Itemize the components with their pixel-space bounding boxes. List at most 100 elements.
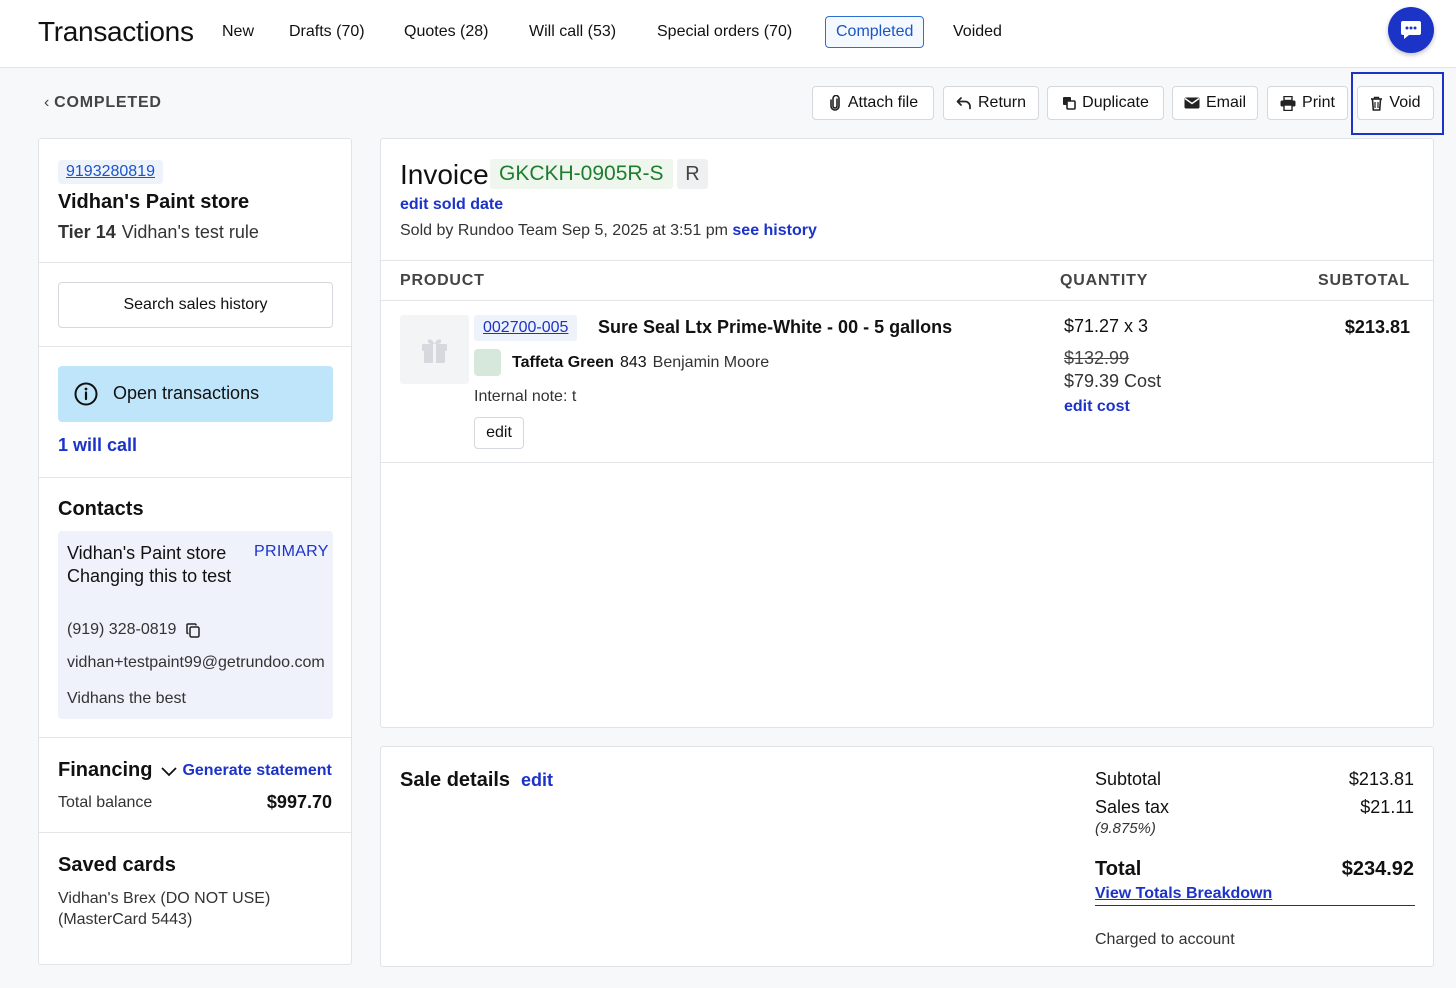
edit-sold-date-link[interactable]: edit sold date xyxy=(400,196,503,214)
duplicate-label: Duplicate xyxy=(1082,94,1149,111)
product-image xyxy=(400,315,469,384)
back-link[interactable]: ‹ COMPLETED xyxy=(44,94,162,112)
payment-status: Charged to account xyxy=(1095,931,1235,948)
sold-by-line: Sold by Rundoo Team Sep 5, 2025 at 3:51 … xyxy=(400,222,817,240)
generate-statement-link[interactable]: Generate statement xyxy=(182,762,331,780)
print-button[interactable]: Print xyxy=(1267,86,1348,120)
envelope-icon xyxy=(1184,97,1200,109)
will-call-link[interactable]: 1 will call xyxy=(58,435,137,456)
invoice-panel: Invoice GKCKH-0905R-S R edit sold date S… xyxy=(380,138,1434,728)
paperclip-icon xyxy=(830,95,840,111)
chat-bubble-icon xyxy=(1401,21,1421,39)
tier-rule: Vidhan's test rule xyxy=(121,222,259,242)
edit-cost-link[interactable]: edit cost xyxy=(1064,398,1130,416)
tax-rate: (9.875%) xyxy=(1095,820,1156,837)
divider xyxy=(381,462,1433,463)
line-subtotal: $213.81 xyxy=(1344,317,1410,337)
edit-sale-details-link[interactable]: edit xyxy=(521,770,553,791)
copy-icon xyxy=(1063,97,1076,110)
product-name: Sure Seal Ltx Prime-White - 00 - 5 gallo… xyxy=(598,317,953,337)
tier-label: Tier 14 xyxy=(58,222,116,242)
duplicate-button[interactable]: Duplicate xyxy=(1047,86,1164,120)
color-code: 843 xyxy=(619,354,647,371)
divider xyxy=(39,262,351,263)
divider xyxy=(381,300,1433,301)
divider xyxy=(39,477,351,478)
saved-card: Vidhan's Brex (DO NOT USE) (MasterCard 5… xyxy=(58,890,271,928)
chat-button[interactable] xyxy=(1388,7,1434,53)
return-label: Return xyxy=(977,94,1027,111)
open-transactions-label: Open transactions xyxy=(113,383,260,403)
totals-divider xyxy=(1095,905,1415,906)
see-history-link[interactable]: see history xyxy=(732,222,816,239)
tab-special-orders[interactable]: Special orders (70) xyxy=(647,16,802,48)
contact-note: Vidhans the best xyxy=(67,690,186,707)
financing-title: Financing xyxy=(58,759,153,781)
undo-arrow-icon xyxy=(956,97,971,110)
color-brand: Benjamin Moore xyxy=(652,354,770,371)
sale-details-panel: Sale details edit Subtotal $213.81 Sales… xyxy=(380,746,1434,967)
chevron-down-icon[interactable] xyxy=(160,765,178,777)
top-bar: Transactions New Drafts (70) Quotes (28)… xyxy=(0,0,1456,68)
financing-header: Financing Generate statement xyxy=(58,759,332,782)
column-header-product: PRODUCT xyxy=(400,272,485,289)
invoice-flag: R xyxy=(677,159,708,189)
email-label: Email xyxy=(1205,94,1246,111)
sold-by-text: Sold by Rundoo Team Sep 5, 2025 at 3:51 … xyxy=(400,222,728,239)
back-label: COMPLETED xyxy=(54,94,162,111)
copy-icon[interactable] xyxy=(186,622,201,638)
total-balance-value: $997.70 xyxy=(266,792,332,812)
divider xyxy=(381,260,1433,261)
divider xyxy=(39,737,351,738)
view-totals-breakdown-link[interactable]: View Totals Breakdown xyxy=(1095,885,1272,903)
contacts-title: Contacts xyxy=(58,498,144,520)
gift-icon xyxy=(422,339,447,363)
subtotal-value: $213.81 xyxy=(1348,769,1414,789)
tab-quotes[interactable]: Quotes (28) xyxy=(394,16,498,48)
attach-file-button[interactable]: Attach file xyxy=(812,86,934,120)
void-highlight-box xyxy=(1351,72,1444,135)
column-header-quantity: QUANTITY xyxy=(1060,272,1149,289)
contact-phone: (919) 328-0819 xyxy=(67,621,177,638)
total-label: Total xyxy=(1095,858,1142,880)
invoice-label: Invoice xyxy=(400,159,489,190)
line-quantity: $71.27 x 3 xyxy=(1064,316,1149,336)
return-button[interactable]: Return xyxy=(943,86,1039,120)
email-button[interactable]: Email xyxy=(1172,86,1258,120)
contact-card: Vidhan's Paint store Changing this to te… xyxy=(58,531,333,719)
customer-id-link[interactable]: 9193280819 xyxy=(58,160,163,184)
line-cost: $79.39 Cost xyxy=(1064,371,1162,391)
divider xyxy=(39,832,351,833)
product-sku-link[interactable]: 002700-005 xyxy=(474,315,578,341)
sales-tax-value: $21.11 xyxy=(1360,797,1414,817)
color-info: Taffeta Green 843 Benjamin Moore xyxy=(512,354,769,372)
invoice-number: GKCKH-0905R-S xyxy=(490,159,673,189)
sales-tax-label: Sales tax xyxy=(1095,797,1170,817)
color-name: Taffeta Green xyxy=(512,354,614,371)
open-transactions-banner[interactable]: Open transactions xyxy=(58,366,333,422)
tab-completed[interactable]: Completed xyxy=(825,16,925,48)
color-swatch xyxy=(474,349,501,376)
column-header-subtotal: SUBTOTAL xyxy=(1317,272,1410,289)
divider xyxy=(39,346,351,347)
tab-drafts[interactable]: Drafts (70) xyxy=(279,16,375,48)
chevron-left-icon: ‹ xyxy=(44,94,51,111)
edit-line-button[interactable]: edit xyxy=(474,417,524,449)
customer-name: Vidhan's Paint store xyxy=(58,191,250,213)
attach-file-label: Attach file xyxy=(847,94,919,111)
tab-will-call[interactable]: Will call (53) xyxy=(519,16,626,48)
contact-name: Vidhan's Paint store Changing this to te… xyxy=(67,543,232,586)
tab-new[interactable]: New xyxy=(212,16,264,48)
primary-badge: PRIMARY xyxy=(254,543,329,560)
subtotal-label: Subtotal xyxy=(1095,769,1162,789)
customer-tier: Tier 14 Vidhan's test rule xyxy=(58,222,259,243)
internal-note: Internal note: t xyxy=(474,388,577,405)
tab-voided[interactable]: Voided xyxy=(943,16,1012,48)
page-title: Transactions xyxy=(38,16,194,47)
printer-icon xyxy=(1280,95,1296,111)
total-value: $234.92 xyxy=(1341,858,1414,880)
saved-cards-title: Saved cards xyxy=(58,854,176,876)
print-label: Print xyxy=(1302,94,1335,111)
search-sales-history-button[interactable]: Search sales history xyxy=(58,282,333,328)
sale-details-title: Sale details xyxy=(400,769,511,791)
